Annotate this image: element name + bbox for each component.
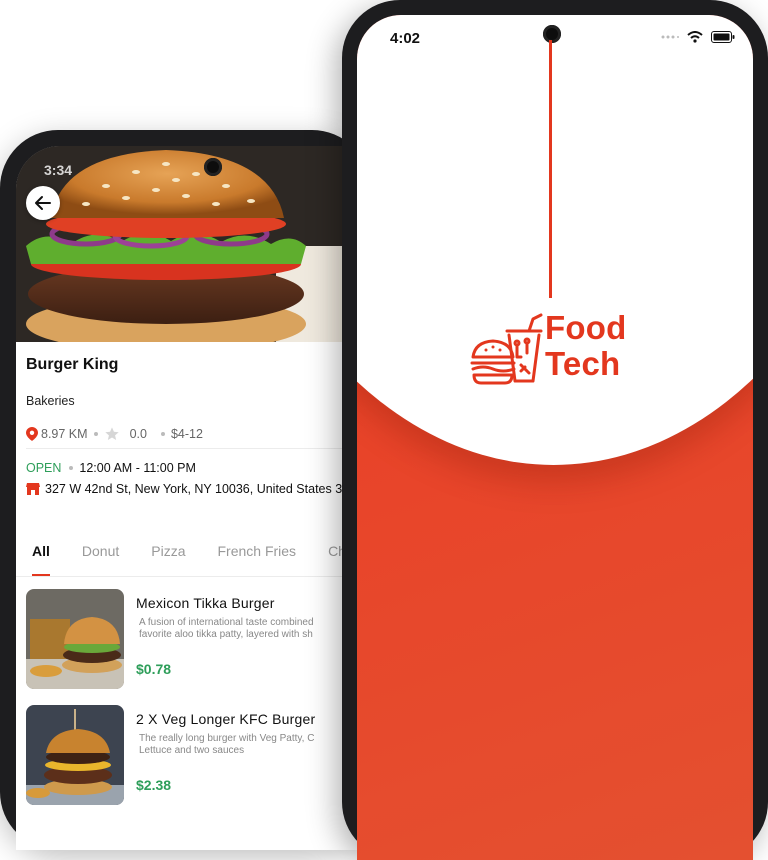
- price-range: $4-12: [170, 427, 203, 441]
- meta-dot: [160, 432, 165, 436]
- tab-all[interactable]: All: [16, 526, 66, 576]
- location-pin-icon: [26, 427, 38, 441]
- wifi-icon: [687, 31, 703, 43]
- food-description: A fusion of international taste combined…: [139, 617, 369, 641]
- status-time: 3:34: [44, 162, 73, 178]
- address-text: 327 W 42nd St, New York, NY 10036, Unite…: [45, 482, 343, 496]
- food-description-line: favorite aloo tikka patty, layered with …: [139, 629, 313, 640]
- open-status-badge: OPEN: [26, 461, 62, 475]
- burger-cup-logo-icon: [470, 313, 543, 385]
- food-tech-logo: Food Tech: [469, 305, 639, 395]
- food-description-line: Lettuce and two sauces: [139, 745, 245, 756]
- star-icon: [104, 427, 119, 440]
- food-image: [26, 589, 124, 689]
- opening-hours: OPEN 12:00 AM - 11:00 PM: [26, 461, 196, 475]
- restaurant-name: Burger King: [26, 356, 119, 373]
- food-description-line: A fusion of international taste combined: [139, 617, 314, 628]
- logo-text-line2: Tech: [545, 345, 621, 382]
- food-title: Mexicon Tikka Burger: [136, 595, 275, 611]
- food-title: 2 X Veg Longer KFC Burger: [136, 711, 316, 727]
- front-camera-icon: [204, 158, 222, 176]
- distance: 8.97 KM: [41, 427, 88, 441]
- hours-text: 12:00 AM - 11:00 PM: [79, 461, 196, 475]
- burger-hero-image: 3:34: [16, 146, 370, 342]
- restaurant-screen: 3:34 Burger King Bakeries 8.97 KM 0.0 $4…: [16, 146, 370, 850]
- splash-screen: 4:02 Food Tech: [357, 15, 753, 860]
- store-icon: [26, 483, 40, 495]
- status-time: 4:02: [390, 30, 421, 47]
- back-button[interactable]: [26, 186, 60, 220]
- tab-pizza[interactable]: Pizza: [135, 526, 201, 576]
- logo-text-line1: Food: [545, 309, 627, 346]
- food-price: $0.78: [136, 661, 172, 677]
- tab-french-fries[interactable]: French Fries: [201, 526, 312, 576]
- splash-screen-phone: 4:02 Food Tech: [342, 0, 768, 860]
- splash-white-circle: [357, 15, 753, 465]
- signal-icon: [661, 35, 679, 39]
- restaurant-category: Bakeries: [26, 394, 75, 408]
- divider: [26, 448, 370, 449]
- food-description: The really long burger with Veg Patty, C…: [139, 733, 369, 757]
- battery-icon: [711, 31, 735, 43]
- category-tabs: All Donut Pizza French Fries Chic: [16, 526, 370, 577]
- menu-item[interactable]: 2 X Veg Longer KFC Burger The really lon…: [26, 705, 370, 805]
- status-icons: [661, 31, 735, 43]
- address-row[interactable]: 327 W 42nd St, New York, NY 10036, Unite…: [26, 482, 342, 496]
- tab-donut[interactable]: Donut: [66, 526, 135, 576]
- burger-thumbnail: [26, 705, 124, 805]
- rating: 0.0: [129, 427, 147, 441]
- meta-dot: [93, 432, 98, 436]
- restaurant-info: Burger King Bakeries 8.97 KM 0.0 $4-12: [26, 356, 370, 442]
- menu-item[interactable]: Mexicon Tikka Burger A fusion of interna…: [26, 589, 370, 689]
- food-description-line: The really long burger with Veg Patty, C: [139, 733, 315, 744]
- arrow-left-icon: [35, 196, 51, 210]
- logo-hanging-line: [549, 40, 552, 298]
- front-camera-icon: [543, 25, 561, 43]
- restaurant-detail-phone: 3:34 Burger King Bakeries 8.97 KM 0.0 $4…: [0, 130, 370, 850]
- restaurant-meta: 8.97 KM 0.0 $4-12: [26, 426, 370, 442]
- food-image: [26, 705, 124, 805]
- food-price: $2.38: [136, 777, 172, 793]
- meta-dot: [68, 466, 73, 470]
- burger-thumbnail: [26, 589, 124, 689]
